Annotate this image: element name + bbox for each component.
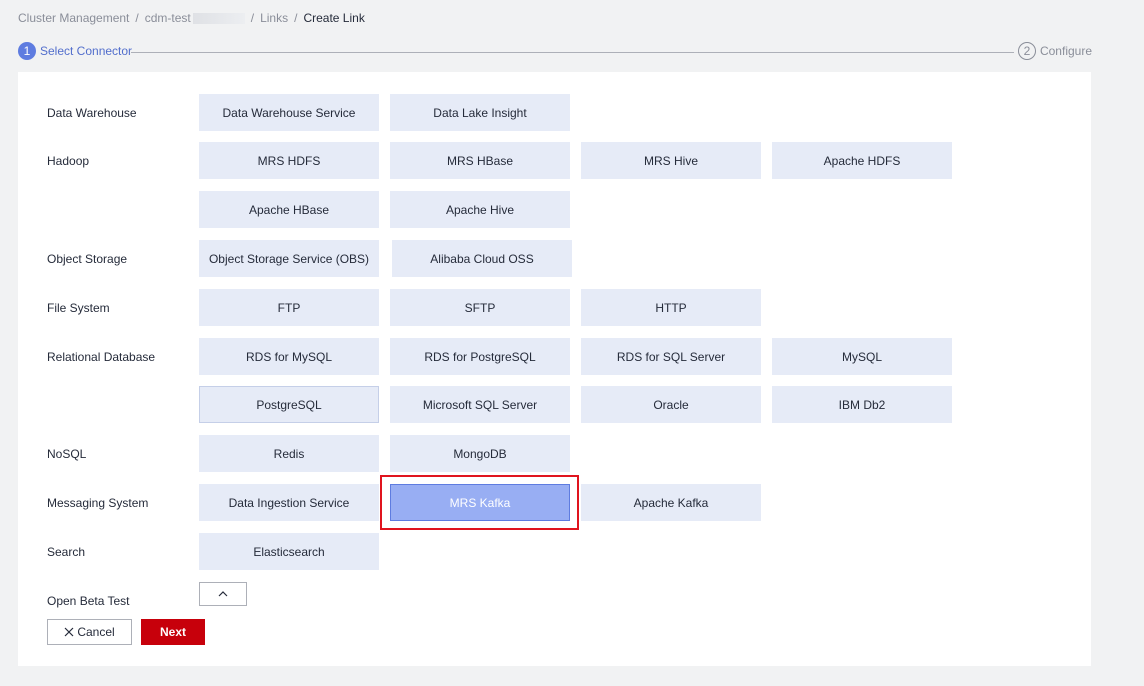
cancel-button[interactable]: Cancel [47, 619, 132, 645]
category-nosql: NoSQL [47, 447, 87, 461]
category-hadoop: Hadoop [47, 154, 90, 168]
category-object-storage: Object Storage [47, 252, 128, 266]
step-indicator: 1 Select Connector 2 Configure [18, 42, 1092, 62]
redacted-mask [192, 12, 245, 24]
breadcrumb-cluster-management[interactable]: Cluster Management [18, 11, 129, 25]
breadcrumb-separator: / [135, 11, 139, 25]
connector-redis[interactable]: Redis [199, 435, 379, 472]
connector-rds-mysql[interactable]: RDS for MySQL [199, 338, 379, 375]
connector-rds-postgresql[interactable]: RDS for PostgreSQL [390, 338, 570, 375]
breadcrumb-separator: / [250, 11, 255, 25]
connector-mysql[interactable]: MySQL [772, 338, 952, 375]
collapse-button[interactable] [199, 582, 247, 606]
category-file-system: File System [47, 301, 110, 315]
cancel-label: Cancel [77, 625, 115, 639]
step-label: Select Connector [40, 44, 133, 58]
breadcrumb-current: Create Link [303, 11, 365, 25]
connector-microsoft-sql-server[interactable]: Microsoft SQL Server [390, 386, 570, 423]
step-select-connector: 1 Select Connector [18, 42, 132, 60]
step-progress-line [131, 52, 1014, 53]
breadcrumb-links[interactable]: Links [260, 11, 288, 25]
category-relational-database: Relational Database [47, 350, 156, 364]
connector-obs[interactable]: Object Storage Service (OBS) [199, 240, 379, 277]
connector-elasticsearch[interactable]: Elasticsearch [199, 533, 379, 570]
connector-rds-sql-server[interactable]: RDS for SQL Server [581, 338, 761, 375]
category-open-beta-test: Open Beta Test [47, 594, 130, 608]
connector-mrs-hive[interactable]: MRS Hive [581, 142, 761, 179]
chevron-up-icon [218, 591, 228, 597]
breadcrumb-separator: / [294, 11, 298, 25]
connector-mongodb[interactable]: MongoDB [390, 435, 570, 472]
category-messaging-system: Messaging System [47, 496, 149, 510]
connector-data-lake-insight[interactable]: Data Lake Insight [390, 94, 570, 131]
close-icon [64, 627, 74, 637]
connector-http[interactable]: HTTP [581, 289, 761, 326]
connector-alibaba-cloud-oss[interactable]: Alibaba Cloud OSS [392, 240, 572, 277]
connector-ftp[interactable]: FTP [199, 289, 379, 326]
connector-sftp[interactable]: SFTP [390, 289, 570, 326]
step-number: 2 [1017, 42, 1036, 60]
connector-oracle[interactable]: Oracle [581, 386, 761, 423]
connector-apache-kafka[interactable]: Apache Kafka [581, 484, 761, 521]
step-number: 1 [18, 42, 36, 60]
connector-mrs-kafka[interactable]: MRS Kafka [390, 484, 570, 521]
connector-apache-hdfs[interactable]: Apache HDFS [772, 142, 952, 179]
connector-apache-hive[interactable]: Apache Hive [390, 191, 570, 228]
connector-data-warehouse-service[interactable]: Data Warehouse Service [199, 94, 379, 131]
next-button[interactable]: Next [141, 619, 205, 645]
connector-mrs-hbase[interactable]: MRS HBase [390, 142, 570, 179]
connector-panel: Data Warehouse Data Warehouse Service Da… [18, 72, 1091, 666]
connector-ibm-db2[interactable]: IBM Db2 [772, 386, 952, 423]
category-data-warehouse: Data Warehouse [47, 106, 137, 120]
category-search: Search [47, 545, 86, 559]
connector-data-ingestion-service[interactable]: Data Ingestion Service [199, 484, 379, 521]
step-label: Configure [1039, 44, 1092, 58]
connector-mrs-hdfs[interactable]: MRS HDFS [199, 142, 379, 179]
breadcrumb-cluster-name[interactable]: cdm-test [145, 11, 191, 25]
step-configure: 2 Configure [1017, 42, 1092, 60]
connector-apache-hbase[interactable]: Apache HBase [199, 191, 379, 228]
connector-postgresql[interactable]: PostgreSQL [199, 386, 379, 423]
breadcrumb: Cluster Management / cdm-test / Links / … [18, 11, 365, 25]
